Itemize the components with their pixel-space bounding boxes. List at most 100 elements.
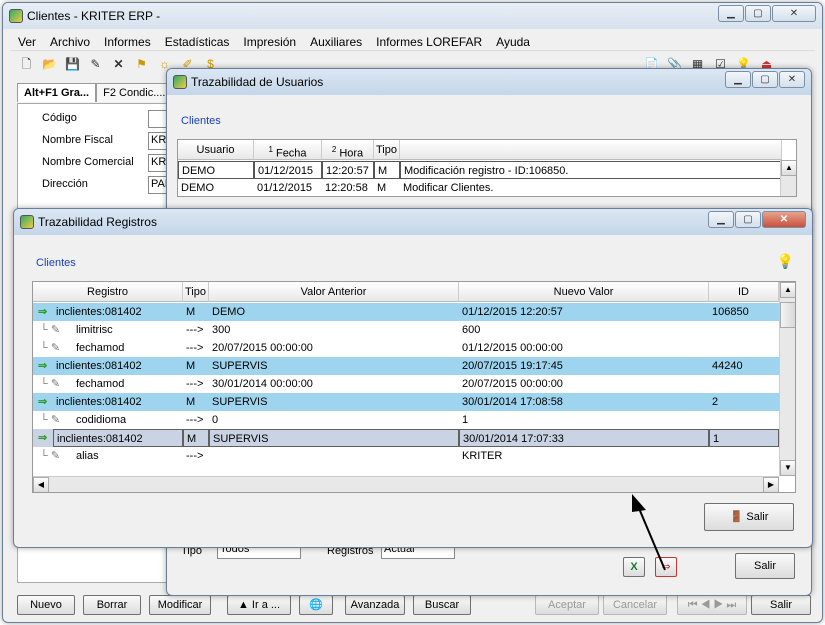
col-valor-anterior[interactable]: Valor Anterior <box>209 282 459 302</box>
usuario-row[interactable]: DEMO 01/12/2015 12:20:57 M Modificación … <box>178 161 796 179</box>
row-nuevo-valor: 20/07/2015 00:00:00 <box>462 378 563 390</box>
registro-row[interactable]: └ ✎ limitrisc ---> 300 600 <box>33 321 795 339</box>
label-codigo: Código <box>42 112 77 124</box>
save-icon[interactable]: 💾 <box>64 56 81 73</box>
row-valor-anterior: SUPERVIS <box>209 429 459 447</box>
ir-a-button[interactable]: ▲ Ir a ... <box>227 595 291 615</box>
traz-registros-maximize-button[interactable]: ▢ <box>735 211 761 228</box>
registro-row[interactable]: └ ✎ alias ---> KRITER <box>33 447 795 465</box>
delete-x-icon[interactable]: ✕ <box>110 56 127 73</box>
traz-registros-close-button[interactable]: ✕ <box>762 211 806 228</box>
registro-row[interactable]: ⇒ inclientes:081402 M SUPERVIS 30/01/2014 17… <box>33 393 795 411</box>
row-fecha: 01/12/2015 <box>257 182 313 194</box>
row-tipo: ---> <box>186 342 204 354</box>
row-tipo: M <box>374 161 400 179</box>
open-folder-icon[interactable]: 📂 <box>41 56 58 73</box>
row-registro: inclientes:081402 <box>56 306 142 318</box>
edit-icon[interactable]: ✎ <box>87 56 104 73</box>
traz-usuarios-link[interactable]: Clientes <box>181 115 221 127</box>
close-button[interactable]: ✕ <box>772 5 816 22</box>
globe-button[interactable]: 🌐 <box>299 595 333 615</box>
scroll-down-icon[interactable]: ▼ <box>780 460 795 476</box>
col-nuevo-valor[interactable]: Nuevo Valor <box>459 282 709 302</box>
registro-row[interactable]: └ ✎ fechamod ---> 20/07/2015 00:00:00 01/12/… <box>33 339 795 357</box>
record-nav-buttons[interactable]: ⏮ ◀ ▶ ⏭ <box>677 595 747 615</box>
traz-registros-link[interactable]: Clientes <box>36 257 76 269</box>
registro-row[interactable]: ⇒ inclientes:081402 M SUPERVIS 20/07/2015 19… <box>33 357 795 375</box>
menu-informes-lorefar[interactable]: Informes LOREFAR <box>376 33 482 50</box>
menu-impresion[interactable]: Impresión <box>243 33 296 50</box>
label-nombre-fiscal: Nombre Fiscal <box>42 134 113 146</box>
registro-row[interactable]: ⇒ inclientes:081402 M DEMO 01/12/2015 12:20:… <box>33 303 795 321</box>
scroll-right-icon[interactable]: ▶ <box>763 477 779 492</box>
menu-archivo[interactable]: Archivo <box>50 33 90 50</box>
registro-row[interactable]: └ ✎ fechamod ---> 30/01/2014 00:00:00 20/07/… <box>33 375 795 393</box>
registro-row[interactable]: ⇒ inclientes:081402 M SUPERVIS 30/01/2014 17… <box>33 429 795 447</box>
buscar-button[interactable]: Buscar <box>413 595 471 615</box>
col-tipo[interactable]: Tipo <box>374 140 400 160</box>
registros-grid: Registro Tipo Valor Anterior Nuevo Valor… <box>32 281 796 493</box>
cancelar-button[interactable]: Cancelar <box>603 595 667 615</box>
row-tipo: M <box>377 182 387 194</box>
col-usuario[interactable]: Usuario <box>178 140 254 160</box>
minimize-button[interactable]: ▁ <box>718 5 744 22</box>
col-fecha[interactable]: 1 Fecha <box>254 140 322 160</box>
green-arrow-icon: ⇒ <box>38 396 48 408</box>
row-hora: 12:20:57 <box>322 161 374 179</box>
col-tipo[interactable]: Tipo <box>183 282 209 302</box>
export-records-button[interactable]: ⇒ <box>655 557 677 577</box>
child-tree-icon: └ ✎ <box>40 414 61 426</box>
col-id[interactable]: ID <box>709 282 779 302</box>
row-registro: limitrisc <box>76 324 113 336</box>
child-tree-icon: └ ✎ <box>40 450 61 462</box>
scroll-left-icon[interactable]: ◀ <box>33 477 49 492</box>
borrar-button[interactable]: Borrar <box>83 595 141 615</box>
traz-usuarios-close-button[interactable]: ✕ <box>779 71 805 88</box>
modificar-button[interactable]: Modificar <box>149 595 211 615</box>
menu-ayuda[interactable]: Ayuda <box>496 33 530 50</box>
traz-registros-salir-button[interactable]: 🚪 Salir <box>704 503 794 531</box>
maximize-button[interactable]: ▢ <box>745 5 771 22</box>
main-salir-button[interactable]: Salir <box>751 595 811 615</box>
menu-ver[interactable]: Ver <box>18 33 36 50</box>
row-registro: inclientes:081402 <box>56 396 142 408</box>
lightbulb-icon[interactable]: 💡 <box>777 253 794 270</box>
scroll-up-icon[interactable]: ▲ <box>780 282 795 298</box>
excel-icon: X <box>630 561 638 573</box>
registros-vscroll[interactable]: ▲ ▼ <box>779 282 795 476</box>
traz-usuarios-minimize-button[interactable]: ▁ <box>725 71 751 88</box>
usuario-row[interactable]: DEMO 01/12/2015 12:20:58 M Modificar Cli… <box>178 179 796 196</box>
registro-row[interactable]: └ ✎ codidioma ---> 0 1 <box>33 411 795 429</box>
row-valor-anterior: 30/01/2014 00:00:00 <box>212 378 313 390</box>
green-arrow-icon: ⇒ <box>38 306 48 318</box>
row-descripcion: Modificación registro - ID:106850. <box>400 161 782 179</box>
menu-auxiliares[interactable]: Auxiliares <box>310 33 362 50</box>
row-registro: fechamod <box>76 378 125 390</box>
avanzada-button[interactable]: Avanzada <box>345 595 405 615</box>
col-fecha-label: Fecha <box>275 147 307 160</box>
scroll-up-icon[interactable]: ▲ <box>781 160 796 176</box>
nuevo-button[interactable]: Nuevo <box>17 595 75 615</box>
traz-registros-minimize-button[interactable]: ▁ <box>708 211 734 228</box>
registros-hscroll[interactable]: ◀ ▶ <box>33 476 779 492</box>
row-tipo: ---> <box>186 324 204 336</box>
tab-condiciones[interactable]: F2 Condic.... <box>96 83 173 102</box>
fecha-sort-number: 1 <box>268 145 273 154</box>
traz-usuarios-salir-button[interactable]: Salir <box>735 553 795 579</box>
tab-general[interactable]: Alt+F1 Gra... <box>17 83 97 102</box>
menu-estadisticas[interactable]: Estadísticas <box>165 33 230 50</box>
menu-informes[interactable]: Informes <box>104 33 151 50</box>
new-document-icon[interactable]: 🗋 <box>18 56 35 73</box>
aceptar-button[interactable]: Aceptar <box>535 595 599 615</box>
scroll-thumb[interactable] <box>780 302 795 328</box>
traz-usuarios-maximize-button[interactable]: ▢ <box>752 71 778 88</box>
traz-registros-window: Trazabilidad Registros ▁ ▢ ✕ Clientes 💡 … <box>13 208 813 548</box>
col-hora[interactable]: 2 Hora <box>322 140 374 160</box>
child-tree-icon: └ ✎ <box>40 324 61 336</box>
tool-icon-1[interactable]: ⚑ <box>133 56 150 73</box>
col-registro[interactable]: Registro <box>33 282 183 302</box>
excel-export-button[interactable]: X <box>623 557 645 577</box>
row-registro: alias <box>76 450 99 462</box>
col-descripcion[interactable] <box>400 140 782 160</box>
usuarios-scrollbar[interactable]: ▲ <box>780 160 796 196</box>
